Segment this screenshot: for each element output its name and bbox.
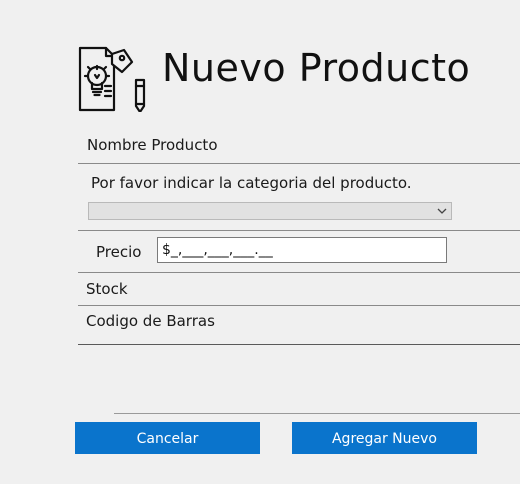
product-name-underline xyxy=(78,163,520,164)
category-divider xyxy=(78,230,520,231)
footer-divider xyxy=(114,413,520,414)
chevron-down-icon xyxy=(437,208,447,214)
barcode-underline xyxy=(78,344,520,345)
price-divider xyxy=(78,272,520,273)
product-name-label: Nombre Producto xyxy=(87,136,218,154)
cancel-button[interactable]: Cancelar xyxy=(75,422,260,454)
add-new-button[interactable]: Agregar Nuevo xyxy=(292,422,477,454)
barcode-label: Codigo de Barras xyxy=(86,312,215,330)
stock-divider xyxy=(78,305,520,306)
stock-label: Stock xyxy=(86,280,128,298)
category-prompt: Por favor indicar la categoria del produ… xyxy=(91,174,412,192)
category-select[interactable] xyxy=(88,202,452,220)
price-input[interactable]: $_,___,___,___.__ xyxy=(157,237,447,263)
price-label: Precio xyxy=(96,243,142,261)
product-idea-icon xyxy=(78,46,146,112)
page-title: Nuevo Producto xyxy=(162,46,471,90)
